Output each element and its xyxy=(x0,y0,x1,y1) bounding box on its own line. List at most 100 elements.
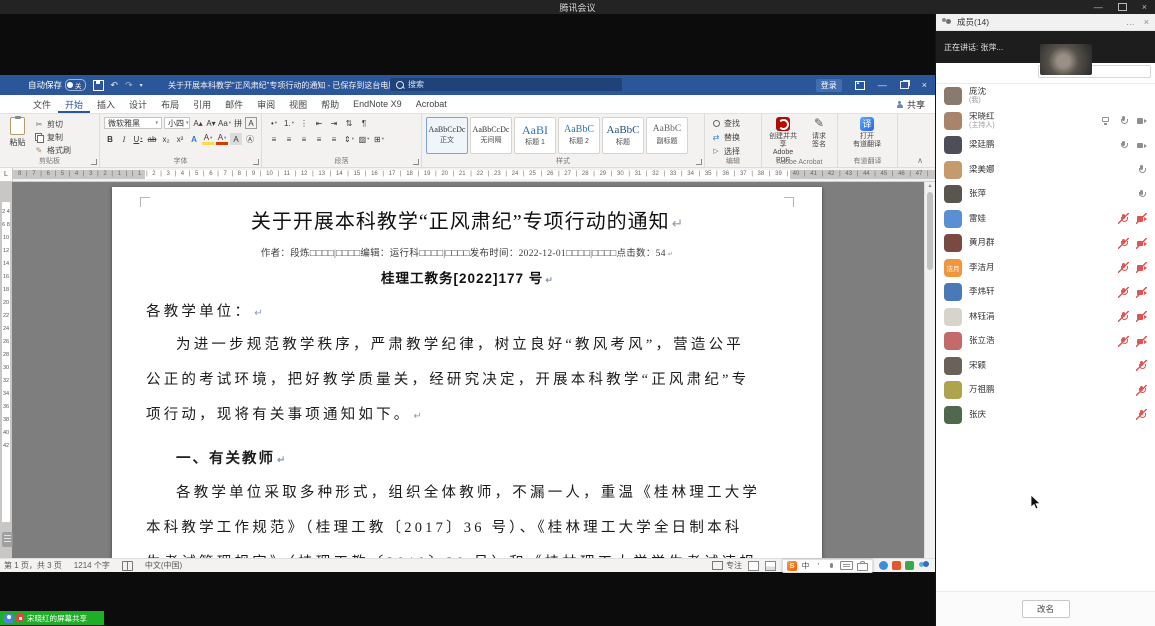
superscript-button[interactable]: x² xyxy=(174,133,186,145)
word-minimize-button[interactable]: — xyxy=(878,80,887,90)
ime-keyboard-icon[interactable] xyxy=(840,561,853,570)
meeting-minimize-button[interactable]: — xyxy=(1094,2,1103,12)
character-shading-button[interactable]: A xyxy=(230,133,242,145)
overlay-widget-icon[interactable] xyxy=(2,532,13,547)
styles-dialog-launcher-icon[interactable] xyxy=(696,159,702,165)
language-indicator[interactable]: 中文(中国) xyxy=(145,560,182,571)
subscript-button[interactable]: x₂ xyxy=(160,133,172,145)
member-row[interactable]: 张庆 xyxy=(936,403,1155,428)
focus-mode-button[interactable]: 专注 xyxy=(712,560,742,571)
word-tab[interactable]: 设计 xyxy=(122,95,154,113)
style-card[interactable]: AaBbC副标题 xyxy=(646,117,688,154)
decrease-indent-button[interactable]: ⇤ xyxy=(313,117,325,129)
share-button[interactable]: 共享 xyxy=(896,95,925,114)
meeting-restore-button[interactable] xyxy=(1118,3,1127,11)
cut-button[interactable]: 剪切 xyxy=(34,118,71,130)
word-tab[interactable]: 引用 xyxy=(186,95,218,113)
member-row[interactable]: 梁美娜 xyxy=(936,158,1155,183)
style-card[interactable]: AaBbC标题 xyxy=(602,117,644,154)
members-shortcut-icon[interactable] xyxy=(918,561,931,570)
member-row[interactable]: 雷娃 xyxy=(936,207,1155,232)
member-row[interactable]: 洁月 李洁月 xyxy=(936,256,1155,281)
clipboard-dialog-launcher-icon[interactable] xyxy=(91,159,97,165)
meeting-close-button[interactable]: × xyxy=(1142,2,1147,12)
member-row[interactable]: 万祖鹏 xyxy=(936,378,1155,403)
word-close-button[interactable]: × xyxy=(922,80,927,90)
font-size-select[interactable]: 小四 xyxy=(164,117,190,129)
undo-button[interactable]: ↶ xyxy=(111,80,119,91)
search-box[interactable]: 搜索 xyxy=(390,78,622,91)
member-row[interactable]: 张立浩 xyxy=(936,329,1155,354)
read-mode-icon[interactable] xyxy=(748,561,759,571)
multilevel-list-button[interactable]: ⋮ xyxy=(298,117,310,129)
replace-button[interactable]: 替换 xyxy=(711,131,740,143)
word-tab[interactable]: 布局 xyxy=(154,95,186,113)
ime-toolbox-icon[interactable] xyxy=(857,563,868,571)
save-icon[interactable] xyxy=(93,80,104,91)
strikethrough-button[interactable]: ab xyxy=(146,133,158,145)
sort-button[interactable]: ⇅ xyxy=(343,117,355,129)
rename-button[interactable]: 改名 xyxy=(1022,600,1070,618)
word-tab[interactable]: 插入 xyxy=(90,95,122,113)
align-center-button[interactable]: ≡ xyxy=(283,133,295,145)
shrink-font-button[interactable]: A▾ xyxy=(205,117,217,129)
style-card[interactable]: AaBI标题 1 xyxy=(514,117,556,154)
enclose-character-button[interactable]: Ⓐ xyxy=(244,133,256,145)
horizontal-ruler[interactable]: L 8 | 7 | 6 | 5 | 4 | 3 | 2 | 1 | | 1 | … xyxy=(0,168,935,182)
phonetic-guide-button[interactable]: 拼 xyxy=(232,117,244,129)
align-right-button[interactable]: ≡ xyxy=(298,133,310,145)
distribute-button[interactable]: ≡ xyxy=(328,133,340,145)
proofing-icon[interactable] xyxy=(122,561,133,571)
print-layout-icon[interactable] xyxy=(765,561,776,571)
bullets-button[interactable]: • xyxy=(268,117,280,129)
shading-button[interactable]: ▨ xyxy=(358,133,370,145)
member-row[interactable]: 宋晓红 (主持人) xyxy=(936,109,1155,134)
ime-punctuation-icon[interactable]: ’ xyxy=(814,561,823,571)
sogou-ime-icon[interactable]: S xyxy=(787,561,797,571)
format-painter-button[interactable]: 格式刷 xyxy=(34,144,71,156)
document-scrollbar[interactable]: ▲ xyxy=(924,182,935,558)
font-dialog-launcher-icon[interactable] xyxy=(253,159,259,165)
word-tab[interactable]: 帮助 xyxy=(314,95,346,113)
panel-close-icon[interactable]: × xyxy=(1144,17,1149,27)
scroll-up-icon[interactable]: ▲ xyxy=(925,183,935,189)
login-button[interactable]: 登录 xyxy=(816,79,842,92)
collapse-ribbon-icon[interactable]: ∧ xyxy=(917,156,923,165)
borders-button[interactable]: ⊞ xyxy=(373,133,385,145)
style-card[interactable]: AaBbCcDc正文 xyxy=(426,117,468,154)
page-indicator[interactable]: 第 1 页，共 3 页 xyxy=(4,560,62,571)
ime-chinese-mode-icon[interactable]: 中 xyxy=(801,561,810,571)
paragraph-dialog-launcher-icon[interactable] xyxy=(413,159,419,165)
word-count-indicator[interactable]: 1214 个字 xyxy=(74,560,110,571)
grow-font-button[interactable]: A▴ xyxy=(192,117,204,129)
autosave-toggle[interactable]: 自动保存 关 xyxy=(28,79,86,91)
text-effects-button[interactable]: A xyxy=(188,133,200,145)
word-tab[interactable]: 开始 xyxy=(58,95,90,113)
align-left-button[interactable]: ≡ xyxy=(268,133,280,145)
paste-button[interactable]: 粘贴 xyxy=(5,117,30,148)
copy-button[interactable]: 复制 xyxy=(34,131,71,143)
italic-button[interactable]: I xyxy=(118,133,130,145)
member-row[interactable]: 张萍 xyxy=(936,182,1155,207)
app-icon-blue[interactable] xyxy=(879,561,888,570)
member-row[interactable]: 宋颖 xyxy=(936,354,1155,379)
show-marks-button[interactable]: ¶ xyxy=(358,117,370,129)
ribbon-display-options-icon[interactable] xyxy=(855,81,865,90)
document-page[interactable]: 关于开展本科教学“正风肃纪”专项行动的通知↵ 作者：段炼□□□□|□□□□编辑：… xyxy=(112,187,822,558)
stop-share-icon[interactable] xyxy=(16,614,24,622)
word-tab[interactable]: EndNote X9 xyxy=(346,95,409,113)
app-icon-red[interactable] xyxy=(892,561,901,570)
word-tab[interactable]: 邮件 xyxy=(218,95,250,113)
font-name-select[interactable]: 微软雅黑 xyxy=(104,117,162,129)
vertical-ruler[interactable]: 2 4 6 8 10 12 14 16 18 20 22 24 26 28 30… xyxy=(0,182,12,558)
underline-button[interactable]: U xyxy=(132,133,144,145)
request-signatures-button[interactable]: 请求签名 xyxy=(802,116,836,165)
style-card[interactable]: AaBbCcDc无间隔 xyxy=(470,117,512,154)
increase-indent-button[interactable]: ⇥ xyxy=(328,117,340,129)
highlight-button[interactable]: A xyxy=(202,133,214,145)
justify-button[interactable]: ≡ xyxy=(313,133,325,145)
word-tab[interactable]: 文件 xyxy=(26,95,58,113)
app-icon-green[interactable] xyxy=(905,561,914,570)
style-card[interactable]: AaBbC标题 2 xyxy=(558,117,600,154)
word-tab[interactable]: 审阅 xyxy=(250,95,282,113)
